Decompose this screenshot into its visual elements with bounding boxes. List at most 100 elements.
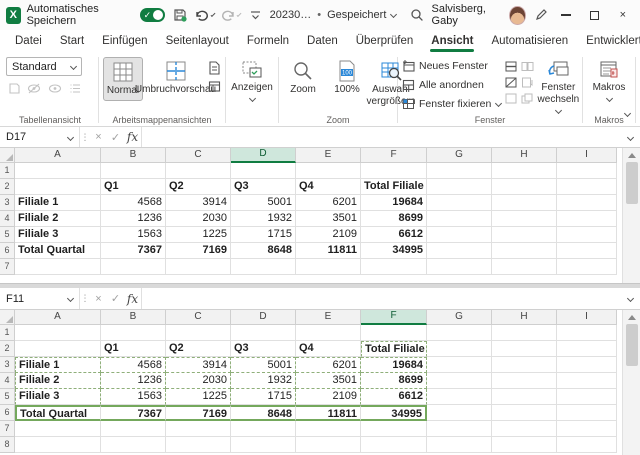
cell-B8[interactable]: [101, 437, 166, 453]
select-all-corner[interactable]: [0, 310, 15, 325]
cell-A2[interactable]: [15, 179, 101, 195]
insert-function-icon[interactable]: fx: [124, 288, 141, 309]
scroll-up-icon[interactable]: [628, 153, 636, 158]
cell-B3[interactable]: 4568: [101, 195, 166, 211]
name-box-resizer[interactable]: ⋮: [80, 288, 90, 309]
cell-F5[interactable]: 6612: [361, 227, 427, 243]
redo-icon[interactable]: [220, 5, 240, 25]
column-header-B[interactable]: B: [101, 148, 166, 163]
hide-window-icon[interactable]: [505, 77, 517, 88]
cell-E5[interactable]: 2109: [296, 227, 361, 243]
column-header-A[interactable]: A: [15, 148, 101, 163]
macros-button[interactable]: Makros: [587, 57, 631, 104]
cell-C8[interactable]: [166, 437, 231, 453]
view-options-icon[interactable]: [69, 82, 82, 98]
user-name[interactable]: Salvisberg, Gaby: [432, 3, 504, 27]
cell-H2[interactable]: [492, 179, 557, 195]
column-header-H[interactable]: H: [492, 310, 557, 325]
cell-E1[interactable]: [296, 325, 361, 341]
cell-B6[interactable]: 7367: [101, 405, 166, 421]
cell-E8[interactable]: [296, 437, 361, 453]
cell-C6[interactable]: 7169: [166, 405, 231, 421]
minimize-icon[interactable]: [555, 4, 577, 26]
cell-A8[interactable]: [15, 437, 101, 453]
column-header-H[interactable]: H: [492, 148, 557, 163]
cell-B5[interactable]: 1563: [101, 227, 166, 243]
new-view-icon[interactable]: [48, 82, 63, 98]
column-header-C[interactable]: C: [166, 310, 231, 325]
column-header-G[interactable]: G: [427, 148, 492, 163]
cell-A7[interactable]: [15, 259, 101, 275]
insert-function-icon[interactable]: fx: [124, 127, 141, 147]
cell-H8[interactable]: [492, 437, 557, 453]
cell-G6[interactable]: [427, 243, 492, 259]
cell-E7[interactable]: [296, 421, 361, 437]
cell-I2[interactable]: [557, 341, 617, 357]
cell-H1[interactable]: [492, 163, 557, 179]
cell-C7[interactable]: [166, 259, 231, 275]
cell-G6[interactable]: [427, 405, 492, 421]
formula-input-bottom[interactable]: [141, 288, 620, 309]
switch-windows-button[interactable]: Fenster wechseln: [538, 57, 578, 120]
cell-H5[interactable]: [492, 389, 557, 405]
cell-E6[interactable]: 11811: [296, 243, 361, 259]
tab-datei[interactable]: Datei: [6, 30, 51, 52]
cell-B4[interactable]: 1236: [101, 211, 166, 227]
cell-I7[interactable]: [557, 259, 617, 275]
cell-A4[interactable]: Filiale 2: [15, 211, 101, 227]
cell-E7[interactable]: [296, 259, 361, 275]
cell-D4[interactable]: 1932: [231, 373, 296, 389]
cell-G7[interactable]: [427, 421, 492, 437]
custom-views-icon[interactable]: [208, 80, 221, 93]
cell-A1[interactable]: [15, 325, 101, 341]
cell-F4[interactable]: 8699: [361, 211, 427, 227]
tab-automatisieren[interactable]: Automatisieren: [482, 30, 577, 52]
cell-F6[interactable]: 34995: [361, 243, 427, 259]
cell-G2[interactable]: [427, 341, 492, 357]
column-header-A[interactable]: A: [15, 310, 101, 325]
cell-A5[interactable]: Filiale 3: [15, 389, 101, 405]
column-header-I[interactable]: I: [557, 148, 617, 163]
expand-formula-bar-icon[interactable]: [620, 127, 640, 147]
cell-I7[interactable]: [557, 421, 617, 437]
row-header-5[interactable]: 5: [0, 389, 15, 405]
cell-B2[interactable]: Q1: [101, 179, 166, 195]
cell-F8[interactable]: [361, 437, 427, 453]
reset-window-position-icon[interactable]: [521, 93, 534, 104]
cell-C5[interactable]: 1225: [166, 389, 231, 405]
cell-I2[interactable]: [557, 179, 617, 195]
cell-D4[interactable]: 1932: [231, 211, 296, 227]
cell-H6[interactable]: [492, 405, 557, 421]
select-all-corner[interactable]: [0, 148, 15, 163]
cell-I8[interactable]: [557, 437, 617, 453]
cell-B4[interactable]: 1236: [101, 373, 166, 389]
cell-C6[interactable]: 7169: [166, 243, 231, 259]
cell-G5[interactable]: [427, 389, 492, 405]
enter-icon[interactable]: ✓: [107, 127, 124, 147]
cell-D3[interactable]: 5001: [231, 357, 296, 373]
cell-D1[interactable]: [231, 163, 296, 179]
column-header-C[interactable]: C: [166, 148, 231, 163]
cell-A4[interactable]: Filiale 2: [15, 373, 101, 389]
cell-H7[interactable]: [492, 259, 557, 275]
cell-D2[interactable]: Q3: [231, 179, 296, 195]
cell-H4[interactable]: [492, 373, 557, 389]
cell-A6[interactable]: Total Quartal: [15, 243, 101, 259]
autosave-toggle[interactable]: ✓: [140, 8, 166, 22]
page-break-preview-button[interactable]: Umbruchvorschau: [147, 57, 204, 99]
cell-F3[interactable]: 19684: [361, 357, 427, 373]
vertical-scrollbar[interactable]: [622, 310, 640, 455]
cell-E5[interactable]: 2109: [296, 389, 361, 405]
tab-start[interactable]: Start: [51, 30, 93, 52]
cell-F3[interactable]: 19684: [361, 195, 427, 211]
cell-I3[interactable]: [557, 195, 617, 211]
row-header-6[interactable]: 6: [0, 243, 15, 259]
tab-daten[interactable]: Daten: [298, 30, 347, 52]
cell-C7[interactable]: [166, 421, 231, 437]
tab-seitenlayout[interactable]: Seitenlayout: [157, 30, 238, 52]
row-header-6[interactable]: 6: [0, 405, 15, 421]
cell-B2[interactable]: Q1: [101, 341, 166, 357]
cell-I4[interactable]: [557, 211, 617, 227]
cell-D3[interactable]: 5001: [231, 195, 296, 211]
column-header-B[interactable]: B: [101, 310, 166, 325]
